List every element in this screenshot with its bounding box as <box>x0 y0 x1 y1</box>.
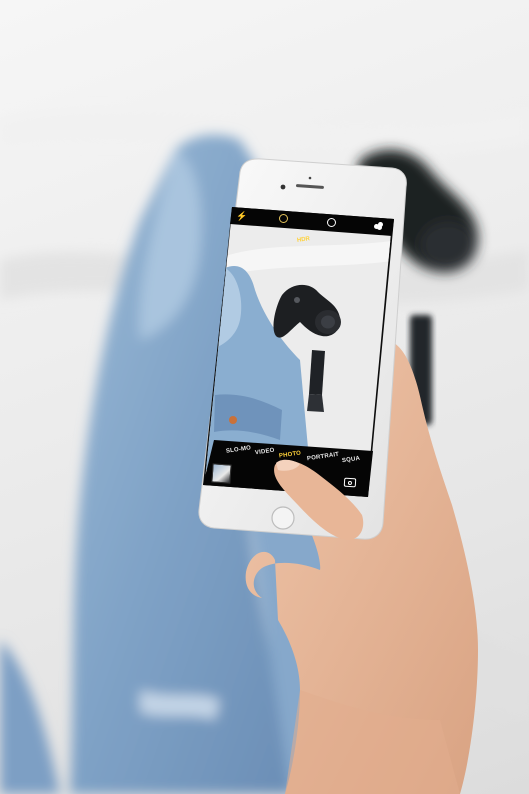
thumb-overlay <box>274 459 364 540</box>
photo-scene: ⚡ HDR SLO-MO VIDEO PHOTO PORTRAIT SQUA <box>0 0 529 794</box>
